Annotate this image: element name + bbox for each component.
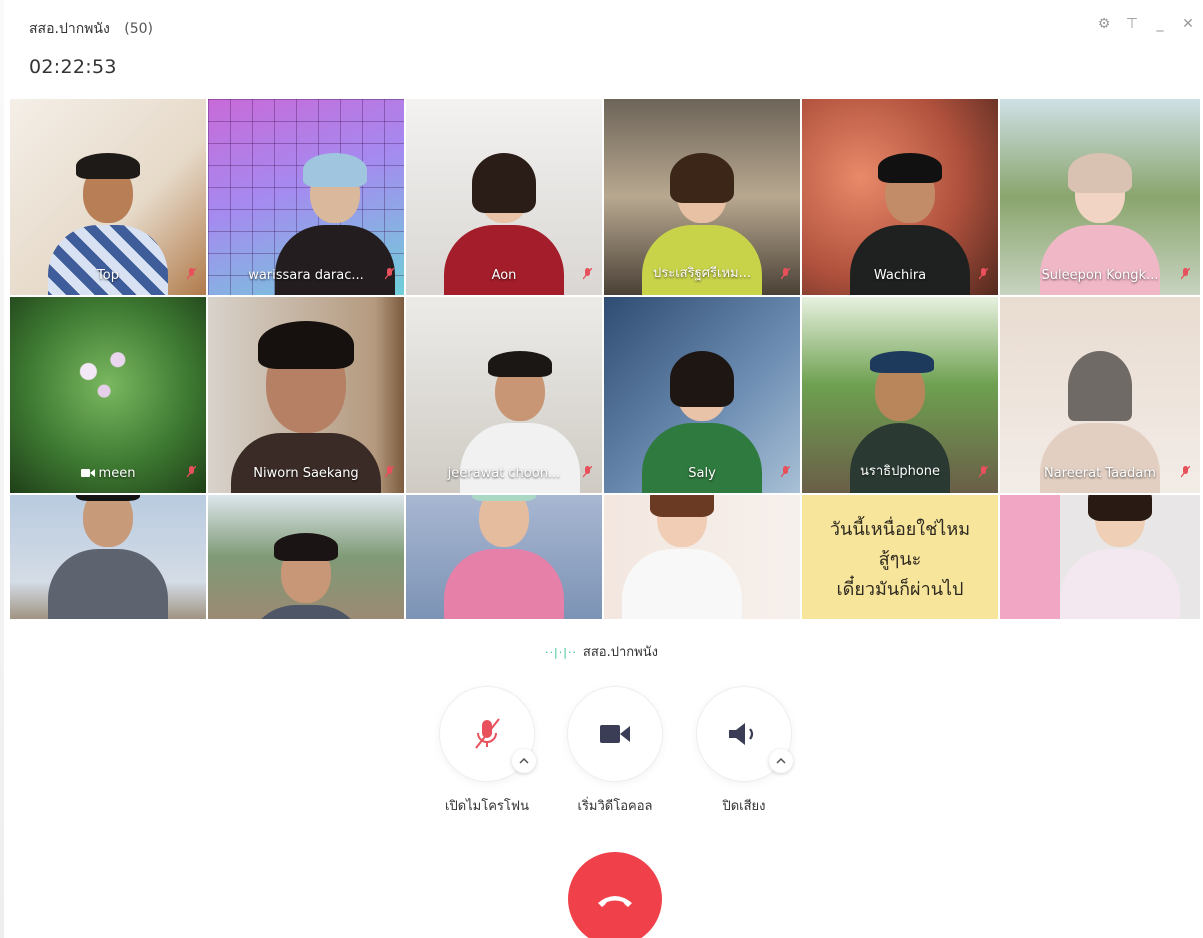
participant-name: Aon bbox=[491, 268, 517, 283]
participant-tile[interactable]: Suleepon Kongk... bbox=[1000, 99, 1200, 295]
participant-tile[interactable]: jeerawat choon... bbox=[406, 297, 602, 493]
microphone-label: เปิดไมโครโฟน bbox=[445, 799, 529, 814]
active-speaker: ··|·|·· สสอ.ปากพนัง bbox=[0, 641, 1203, 662]
window-controls: ⚙ ⊤ _ ✕ bbox=[1097, 16, 1195, 32]
mic-muted-icon bbox=[187, 466, 196, 478]
hang-up-button[interactable] bbox=[568, 852, 662, 938]
participant-tile[interactable]: Nareerat Taadam bbox=[1000, 297, 1200, 493]
speaker-label: ปิดเสียง bbox=[722, 799, 766, 814]
mic-muted-icon bbox=[1181, 268, 1190, 280]
video-grid: Top warissara darac... Aon ประเสริฐศรีเห… bbox=[10, 99, 1200, 619]
participant-name: นราธิปphone bbox=[859, 464, 941, 479]
participant-name: warissara darac... bbox=[248, 268, 364, 283]
participant-tile[interactable]: Top bbox=[10, 99, 206, 295]
sign-line-2: สู้ๆนะ bbox=[878, 549, 922, 570]
participant-name: Saly bbox=[688, 466, 716, 481]
mic-muted-icon bbox=[1181, 466, 1190, 478]
microphone-muted-icon bbox=[475, 718, 500, 749]
mic-muted-icon bbox=[583, 466, 592, 478]
settings-icon[interactable]: ⚙ bbox=[1097, 16, 1111, 32]
sign-line-3: เดี๋ยวมันก็ผ่านไป bbox=[836, 579, 964, 600]
participant-tile[interactable]: ประเสริฐศรีเหม... bbox=[604, 99, 800, 295]
participant-name: Top bbox=[97, 268, 119, 283]
mic-muted-icon bbox=[979, 466, 988, 478]
sign-line-1: วันนี้เหนื่อยใช่ไหม bbox=[829, 519, 971, 540]
mic-muted-icon bbox=[781, 466, 790, 478]
hang-up-icon bbox=[598, 896, 632, 907]
participant-tile[interactable]: Saly bbox=[604, 297, 800, 493]
participant-count: (50) bbox=[124, 21, 154, 37]
mic-muted-icon bbox=[979, 268, 988, 280]
participant-name: Nareerat Taadam bbox=[1044, 466, 1156, 481]
participant-name: ประเสริฐศรีเหม... bbox=[653, 266, 751, 281]
group-name: สสอ.ปากพนัง bbox=[29, 21, 110, 37]
participant-name: jeerawat choon... bbox=[447, 466, 561, 481]
participant-tile[interactable] bbox=[406, 495, 602, 619]
window-edge bbox=[0, 0, 4, 938]
participant-tile[interactable]: warissara darac... bbox=[208, 99, 404, 295]
mic-muted-icon bbox=[385, 466, 394, 478]
participant-name: meen bbox=[10, 466, 206, 481]
speaker-icon bbox=[729, 723, 754, 745]
video-camera-icon bbox=[600, 725, 630, 743]
active-speaker-name: สสอ.ปากพนัง bbox=[582, 645, 658, 660]
minimize-icon[interactable]: _ bbox=[1153, 16, 1167, 32]
sign-text: วันนี้เหนื่อยใช่ไหม สู้ๆนะ เดี๋ยวมันก็ผ่… bbox=[802, 515, 998, 605]
group-title: สสอ.ปากพนัง (50) bbox=[29, 18, 153, 40]
mic-muted-icon bbox=[781, 268, 790, 280]
mic-muted-icon bbox=[385, 268, 394, 280]
participant-name-text: meen bbox=[98, 466, 136, 481]
microphone-button[interactable] bbox=[440, 687, 536, 781]
participant-tile[interactable] bbox=[208, 495, 404, 619]
participant-tile[interactable]: Aon bbox=[406, 99, 602, 295]
speaker-options-caret[interactable] bbox=[769, 749, 793, 773]
participant-name: Niworn Saekang bbox=[253, 466, 359, 481]
speaker-button[interactable] bbox=[697, 687, 793, 781]
participant-tile[interactable]: meen bbox=[10, 297, 206, 493]
video-label: เริ่มวิดีโอคอล bbox=[577, 799, 653, 814]
participant-name: Suleepon Kongk... bbox=[1041, 268, 1159, 283]
mic-options-caret[interactable] bbox=[512, 749, 536, 773]
video-button[interactable] bbox=[568, 687, 662, 781]
participant-tile[interactable] bbox=[1000, 495, 1200, 619]
audio-wave-icon: ··|·|·· bbox=[545, 646, 577, 659]
participant-tile[interactable]: นราธิปphone bbox=[802, 297, 998, 493]
participant-tile[interactable] bbox=[10, 495, 206, 619]
close-icon[interactable]: ✕ bbox=[1181, 16, 1195, 32]
call-timer: 02:22:53 bbox=[29, 56, 117, 78]
participant-tile[interactable]: Niworn Saekang bbox=[208, 297, 404, 493]
participant-tile[interactable] bbox=[604, 495, 800, 619]
mic-muted-icon bbox=[187, 268, 196, 280]
mic-muted-icon bbox=[583, 268, 592, 280]
call-header: สสอ.ปากพนัง (50) 02:22:53 ⚙ ⊤ _ ✕ bbox=[0, 0, 1203, 96]
camera-icon bbox=[80, 469, 95, 477]
participant-tile[interactable]: Wachira bbox=[802, 99, 998, 295]
participant-tile[interactable]: วันนี้เหนื่อยใช่ไหม สู้ๆนะ เดี๋ยวมันก็ผ่… bbox=[802, 495, 998, 619]
participant-name: Wachira bbox=[873, 268, 927, 283]
pin-icon[interactable]: ⊤ bbox=[1125, 16, 1139, 32]
